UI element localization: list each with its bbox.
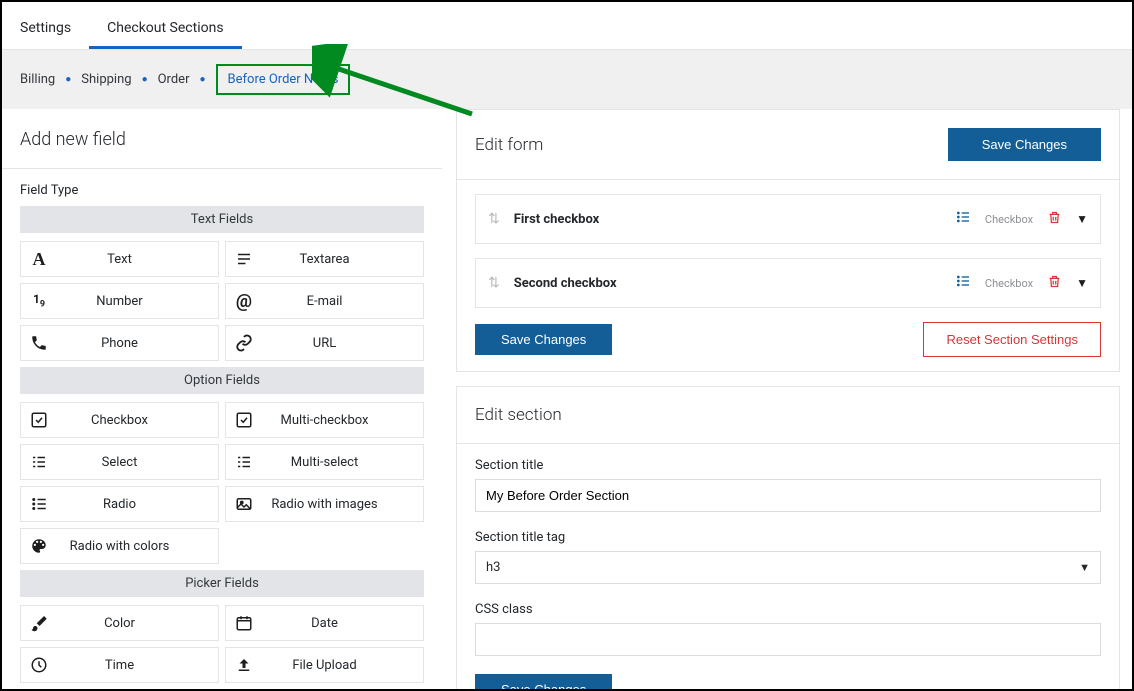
link-icon (226, 334, 262, 352)
chevron-down-icon: ▼ (1079, 561, 1090, 574)
field-type-select[interactable]: Select (20, 444, 219, 480)
group-text-fields: Text Fields (20, 206, 424, 233)
separator-dot: ● (199, 74, 205, 85)
section-title-label: Section title (475, 458, 1101, 473)
field-type-number[interactable]: 19Number (20, 283, 219, 319)
phone-icon (21, 334, 57, 352)
add-new-field-panel: Add new field Field Type Text Fields ATe… (2, 109, 442, 691)
field-type-color[interactable]: Color (20, 605, 219, 641)
field-type-url[interactable]: URL (225, 325, 424, 361)
separator-dot: ● (65, 74, 71, 85)
list-icon (955, 273, 971, 293)
section-tag-label: Section title tag (475, 530, 1101, 545)
clock-icon (21, 656, 57, 674)
field-type-date[interactable]: Date (225, 605, 424, 641)
brush-icon (21, 614, 57, 632)
breadcrumb-billing[interactable]: Billing (20, 72, 55, 87)
multi-checkbox-icon (226, 411, 262, 429)
field-type-radio-colors[interactable]: Radio with colors (20, 528, 219, 564)
group-picker-fields: Picker Fields (20, 570, 424, 597)
main-tabs: Settings Checkout Sections (2, 2, 1132, 50)
section-tag-value: h3 (486, 560, 500, 575)
select-icon (21, 453, 57, 471)
checkbox-icon (21, 411, 57, 429)
tab-checkout-sections[interactable]: Checkout Sections (89, 10, 241, 49)
css-class-input[interactable] (475, 623, 1101, 656)
reset-section-settings-button[interactable]: Reset Section Settings (923, 322, 1101, 357)
field-name: First checkbox (514, 212, 955, 227)
edit-section-panel: Edit section Section title Section title… (456, 386, 1120, 691)
trash-icon[interactable] (1047, 210, 1062, 229)
section-tag-select[interactable]: h3 ▼ (475, 551, 1101, 584)
field-type-checkbox[interactable]: Checkbox (20, 402, 219, 438)
chevron-down-icon[interactable]: ▼ (1076, 276, 1088, 290)
image-icon (226, 495, 262, 513)
field-type-email[interactable]: @E-mail (225, 283, 424, 319)
field-name: Second checkbox (514, 276, 955, 291)
multi-select-icon (226, 453, 262, 471)
css-class-label: CSS class (475, 602, 1101, 617)
section-title-input[interactable] (475, 479, 1101, 512)
field-type-badge: Checkbox (985, 213, 1033, 226)
breadcrumb-before-order-notes[interactable]: Before Order Notes (216, 64, 351, 95)
group-option-fields: Option Fields (20, 367, 424, 394)
field-type-multi-checkbox[interactable]: Multi-checkbox (225, 402, 424, 438)
save-changes-top-button[interactable]: Save Changes (948, 128, 1101, 161)
field-type-badge: Checkbox (985, 277, 1033, 290)
tab-settings[interactable]: Settings (2, 10, 89, 49)
separator-dot: ● (142, 74, 148, 85)
field-type-phone[interactable]: Phone (20, 325, 219, 361)
add-new-field-title: Add new field (2, 109, 442, 169)
calendar-icon (226, 614, 262, 632)
field-type-label: Field Type (2, 169, 442, 206)
field-type-time[interactable]: Time (20, 647, 219, 683)
field-type-textarea[interactable]: Textarea (225, 241, 424, 277)
field-type-radio[interactable]: Radio (20, 486, 219, 522)
text-icon: A (21, 249, 57, 270)
field-type-radio-images[interactable]: Radio with images (225, 486, 424, 522)
field-row[interactable]: ⇅ Second checkbox Checkbox ▼ (475, 258, 1101, 308)
breadcrumb: Billing ● Shipping ● Order ● Before Orde… (2, 50, 1132, 109)
trash-icon[interactable] (1047, 274, 1062, 293)
palette-icon (21, 537, 57, 555)
radio-icon (21, 495, 57, 513)
field-type-multi-select[interactable]: Multi-select (225, 444, 424, 480)
field-type-file-upload[interactable]: File Upload (225, 647, 424, 683)
breadcrumb-order[interactable]: Order (158, 72, 190, 87)
edit-form-title: Edit form (475, 135, 543, 155)
edit-form-panel: Edit form Save Changes ⇅ First checkbox Ch… (456, 109, 1120, 372)
save-section-button[interactable]: Save Changes (475, 674, 612, 691)
textarea-icon (226, 250, 262, 268)
at-icon: @ (226, 291, 262, 312)
breadcrumb-shipping[interactable]: Shipping (81, 72, 131, 87)
chevron-down-icon[interactable]: ▼ (1076, 212, 1088, 226)
upload-icon (226, 656, 262, 674)
edit-section-title: Edit section (475, 405, 562, 425)
field-type-text[interactable]: AText (20, 241, 219, 277)
save-changes-button[interactable]: Save Changes (475, 324, 612, 355)
field-row[interactable]: ⇅ First checkbox Checkbox ▼ (475, 194, 1101, 244)
list-icon (955, 209, 971, 229)
drag-handle-icon[interactable]: ⇅ (488, 275, 500, 291)
drag-handle-icon[interactable]: ⇅ (488, 211, 500, 227)
number-icon: 19 (21, 292, 57, 309)
